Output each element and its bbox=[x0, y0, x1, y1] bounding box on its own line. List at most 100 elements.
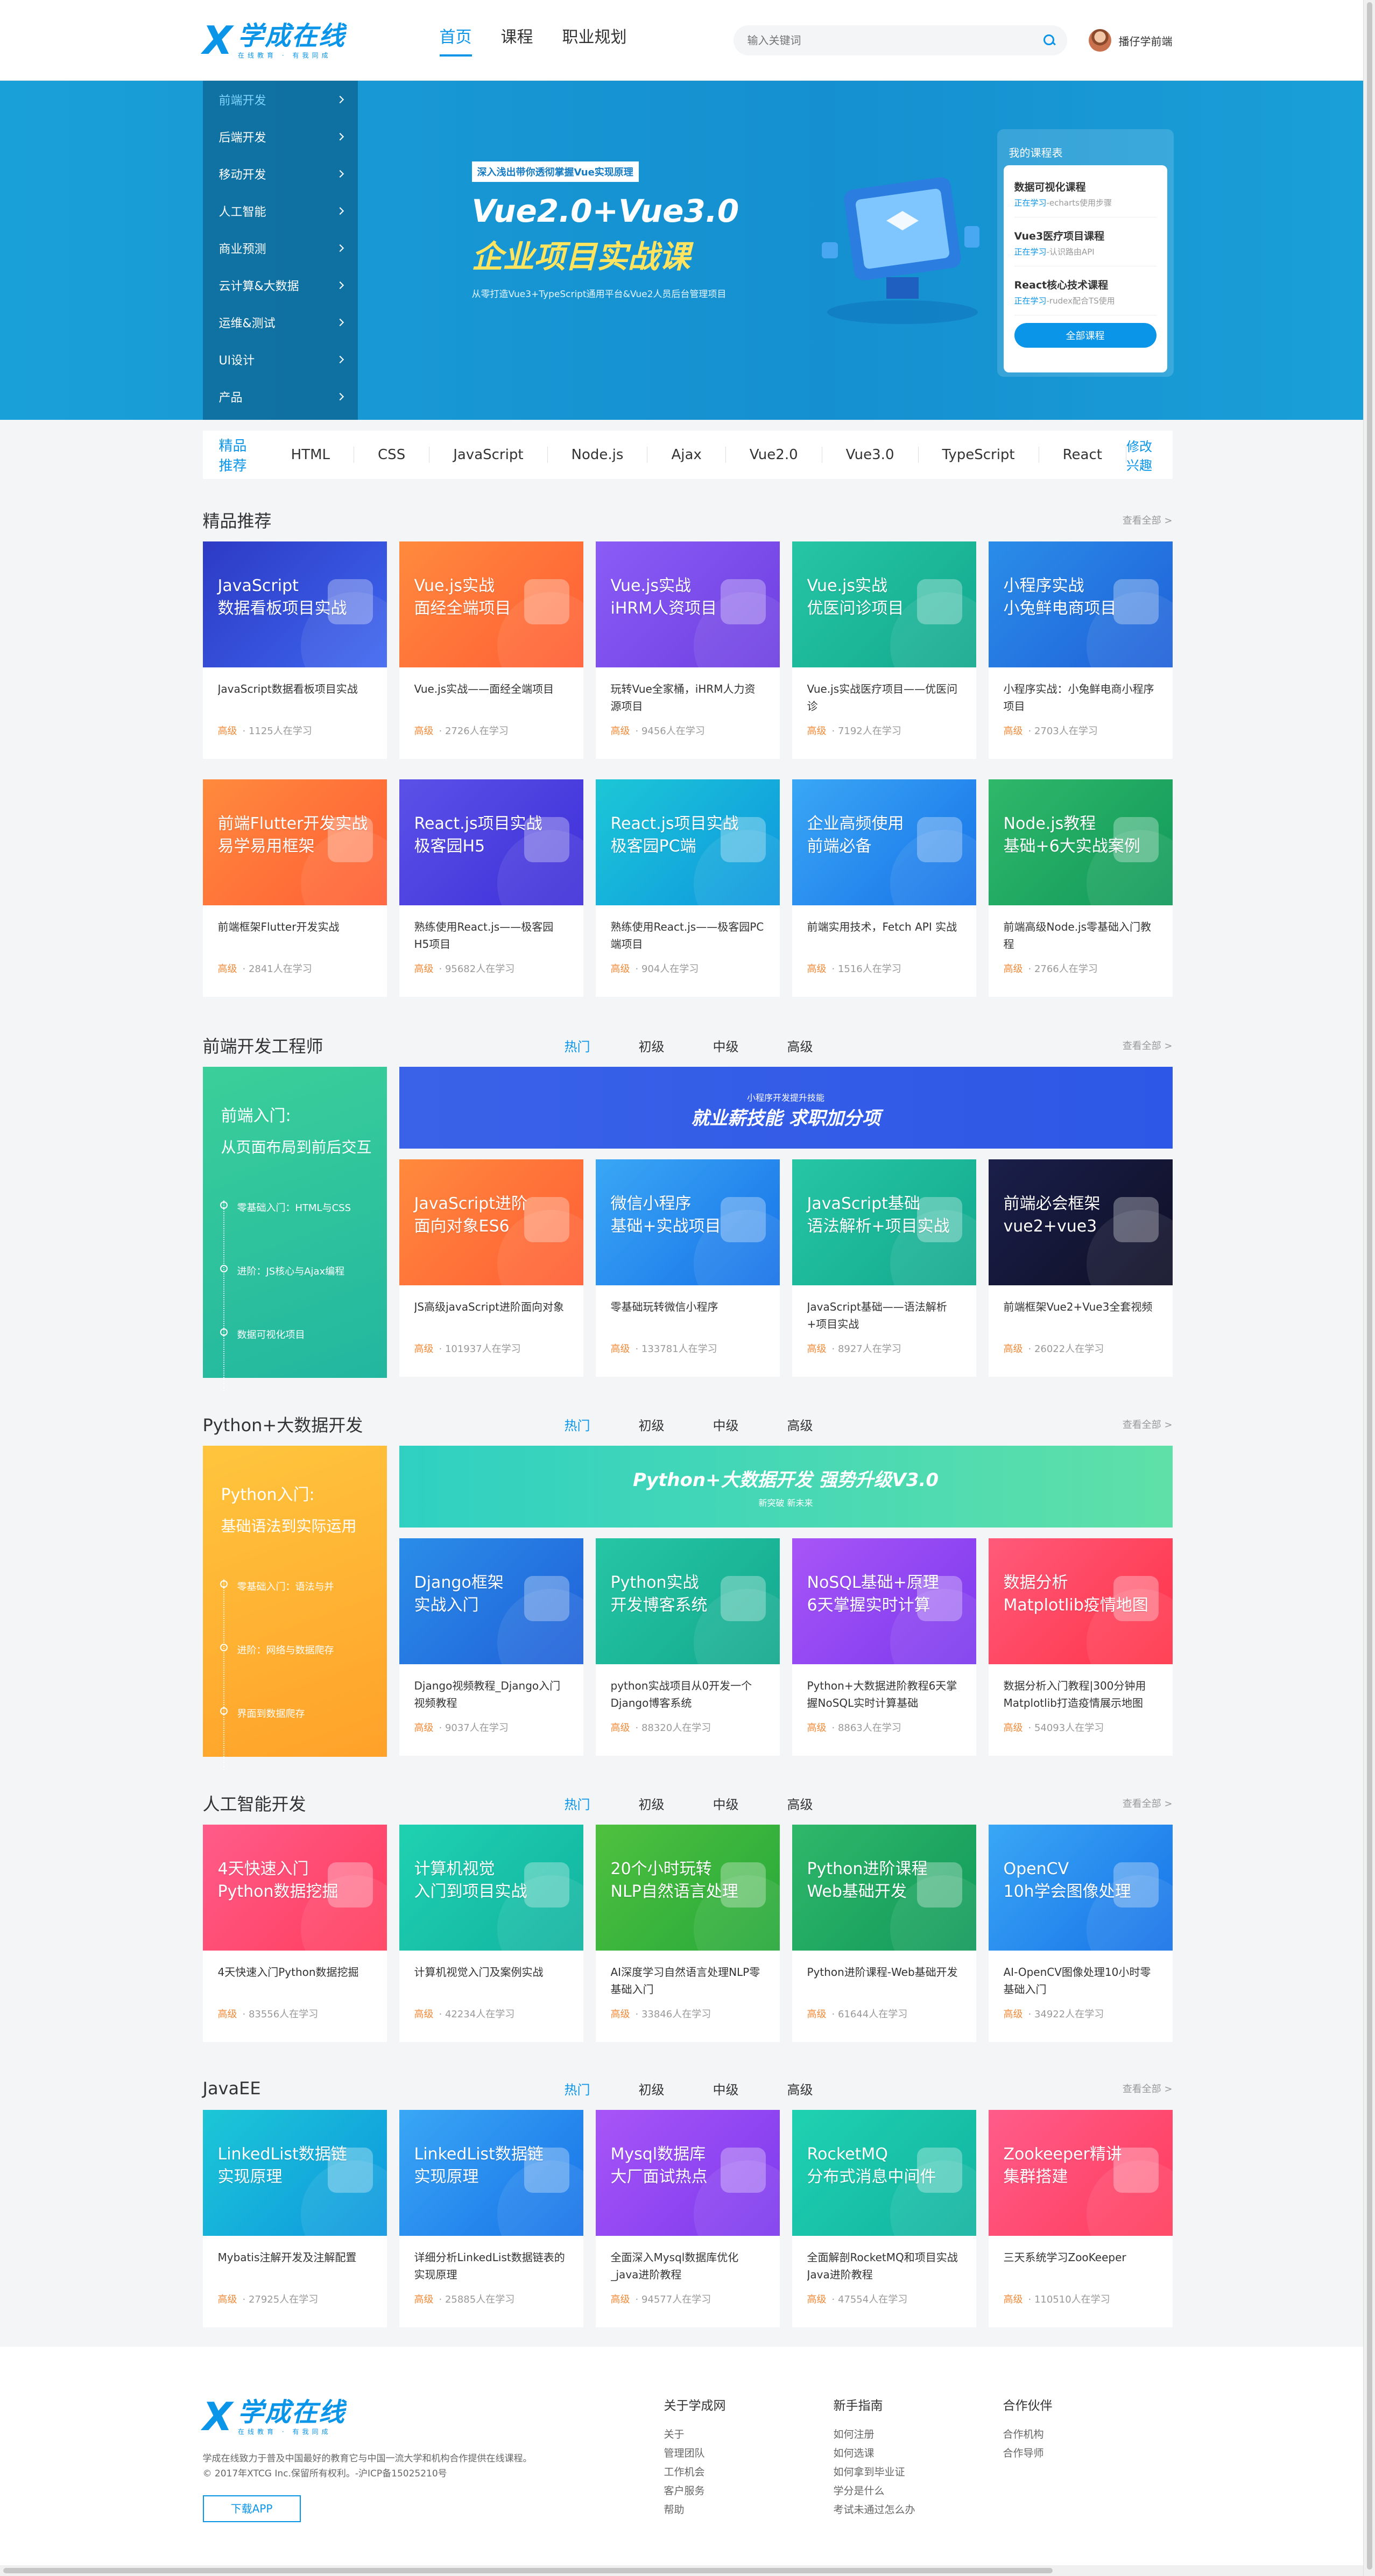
course-title[interactable]: 零基础玩转微信小程序 bbox=[611, 1298, 765, 1334]
course-cover[interactable]: Python进阶课程 Web基础开发 bbox=[792, 1825, 976, 1951]
course-cover[interactable]: Vue.js实战 面经全端项目 bbox=[399, 541, 583, 667]
course-cover[interactable]: 计算机视觉 入门到项目实战 bbox=[399, 1825, 583, 1951]
footer-link[interactable]: 工作机会 bbox=[664, 2463, 834, 2482]
footer-link[interactable]: 关于 bbox=[664, 2425, 834, 2444]
course-title[interactable]: AI深度学习自然语言处理NLP零基础入门 bbox=[611, 1963, 765, 1999]
course-card[interactable]: Vue.js实战 优医问诊项目 Vue.js实战医疗项目——优医问诊 高级 · 7192… bbox=[792, 541, 976, 759]
nav-courses[interactable]: 课程 bbox=[501, 24, 533, 57]
horizontal-scrollbar[interactable] bbox=[0, 2565, 1363, 2576]
course-card[interactable]: JavaScript 数据看板项目实战 JavaScript数据看板项目实战 高级 · … bbox=[202, 541, 387, 759]
course-cover[interactable]: LinkedList数据链 实现原理 bbox=[202, 2110, 387, 2236]
interest-tag[interactable]: JavaScript bbox=[429, 447, 548, 463]
course-title[interactable]: 前端框架Vue2+Vue3全套视频 bbox=[1004, 1298, 1158, 1334]
edit-interest-link[interactable]: 修改兴趣 bbox=[1126, 436, 1157, 474]
course-cover[interactable]: RocketMQ 分布式消息中间件 bbox=[792, 2110, 976, 2236]
more-link[interactable]: 查看全部 > bbox=[1123, 2081, 1173, 2095]
interest-tag[interactable]: TypeScript bbox=[919, 447, 1039, 463]
course-title[interactable]: 全面深入Mysql数据库优化_java进阶教程 bbox=[611, 2249, 765, 2284]
course-cover[interactable]: 微信小程序 基础+实战项目 bbox=[595, 1159, 780, 1285]
course-card[interactable]: React.js项目实战 极客园H5 熟练使用React.js——极客园H5项目 高级… bbox=[399, 779, 583, 997]
footer-link[interactable]: 合作导师 bbox=[1003, 2444, 1173, 2463]
level-tab[interactable]: 中级 bbox=[713, 1415, 787, 1434]
all-courses-button[interactable]: 全部课程 bbox=[1014, 323, 1157, 348]
category-item[interactable]: 商业预测 bbox=[203, 229, 358, 266]
course-title[interactable]: 计算机视觉入门及案例实战 bbox=[414, 1963, 568, 1999]
level-tab[interactable]: 高级 bbox=[787, 1036, 862, 1055]
course-card[interactable]: LinkedList数据链 实现原理 详细分析LinkedList数据链表的实现原理… bbox=[399, 2110, 583, 2327]
course-title[interactable]: AI-OpenCV图像处理10小时零基础入门 bbox=[1004, 1963, 1158, 1999]
course-cover[interactable]: React.js项目实战 极客园H5 bbox=[399, 779, 583, 905]
footer-link[interactable]: 客户服务 bbox=[664, 2482, 834, 2501]
course-title[interactable]: JavaScript基础——语法解析+项目实战 bbox=[807, 1298, 961, 1334]
course-title[interactable]: 详细分析LinkedList数据链表的实现原理 bbox=[414, 2249, 568, 2284]
category-item[interactable]: 后端开发 bbox=[203, 118, 358, 155]
course-card[interactable]: JavaScript进阶 面向对象ES6 JS高级javaScript进阶面向对象高… bbox=[399, 1159, 583, 1377]
scrollbar-thumb[interactable] bbox=[1367, 2, 1372, 2570]
course-card[interactable]: 微信小程序 基础+实战项目 零基础玩转微信小程序 高级 · 133781人在学习 bbox=[595, 1159, 780, 1377]
course-card[interactable]: NoSQL基础+原理 6天掌握实时计算 Python+大数据进阶教程6天掌握NoSQ… bbox=[792, 1538, 976, 1756]
course-card[interactable]: RocketMQ 分布式消息中间件 全面解剖RocketMQ和项目实战 Java进阶… bbox=[792, 2110, 976, 2327]
vertical-scrollbar[interactable] bbox=[1363, 0, 1375, 2576]
course-cover[interactable]: Zookeeper精讲 集群搭建 bbox=[988, 2110, 1173, 2236]
user-menu[interactable]: 播仔学前端 bbox=[1088, 29, 1173, 52]
promo-banner[interactable]: 小程序开发提升技能 就业薪技能 求职加分项 bbox=[399, 1067, 1173, 1149]
course-card[interactable]: 计算机视觉 入门到项目实战 计算机视觉入门及案例实战 高级 · 42234人在学习 bbox=[399, 1825, 583, 2042]
course-title[interactable]: Vue.js实战医疗项目——优医问诊 bbox=[807, 680, 961, 716]
footer-link[interactable]: 如何注册 bbox=[834, 2425, 1003, 2444]
course-cover[interactable]: 前端Flutter开发实战 易学易用框架 bbox=[202, 779, 387, 905]
category-item[interactable]: 产品 bbox=[203, 378, 358, 415]
path-step[interactable]: 进阶：网络与数据爬存 bbox=[220, 1643, 372, 1706]
course-cover[interactable]: React.js项目实战 极客园PC端 bbox=[595, 779, 780, 905]
search-icon[interactable] bbox=[1042, 33, 1056, 47]
footer-link[interactable]: 管理团队 bbox=[664, 2444, 834, 2463]
level-tab[interactable]: 热门 bbox=[565, 1794, 639, 1813]
course-cover[interactable]: Django框架 实战入门 bbox=[399, 1538, 583, 1664]
level-tab[interactable]: 热门 bbox=[565, 2079, 639, 2098]
course-card[interactable]: Zookeeper精讲 集群搭建 三天系统学习ZooKeeper 高级 · 110510… bbox=[988, 2110, 1173, 2327]
course-cover[interactable]: 前端必会框架 vue2+vue3 bbox=[988, 1159, 1173, 1285]
path-step[interactable]: 数据可视化项目 bbox=[220, 1327, 372, 1391]
course-cover[interactable]: Mysql数据库 大厂面试热点 bbox=[595, 2110, 780, 2236]
course-cover[interactable]: JavaScript基础 语法解析+项目实战 bbox=[792, 1159, 976, 1285]
footer-logo[interactable]: X 学成在线 在线教育 · 有我同成 bbox=[203, 2395, 386, 2438]
more-link[interactable]: 查看全部 > bbox=[1123, 1417, 1173, 1431]
nav-career[interactable]: 职业规划 bbox=[562, 24, 627, 57]
course-card[interactable]: 企业高频使用 前端必备 前端实用技术，Fetch API 实战 高级 · 1516人在学… bbox=[792, 779, 976, 997]
category-item[interactable]: UI设计 bbox=[203, 341, 358, 378]
learning-path-card[interactable]: Python入门: 基础语法到实际运用 零基础入门：语法与并 进阶：网络与数据爬存… bbox=[202, 1446, 387, 1770]
footer-link[interactable]: 学分是什么 bbox=[834, 2482, 1003, 2501]
level-tab[interactable]: 中级 bbox=[713, 2079, 787, 2098]
level-tab[interactable]: 初级 bbox=[639, 1036, 713, 1055]
interest-tag[interactable]: HTML bbox=[267, 447, 355, 463]
course-cover[interactable]: 小程序实战 小兔鲜电商项目 bbox=[988, 541, 1173, 667]
path-step[interactable]: 零基础入门：语法与并 bbox=[220, 1579, 372, 1643]
level-tab[interactable]: 高级 bbox=[787, 1794, 862, 1813]
course-title[interactable]: Python进阶课程-Web基础开发 bbox=[807, 1963, 961, 1999]
my-course-item[interactable]: Vue3医疗项目课程 正在学习-认识路由API bbox=[1014, 225, 1157, 266]
path-step[interactable]: 界面到数据爬存 bbox=[220, 1706, 372, 1770]
course-card[interactable]: Node.js教程 基础+6大实战案例 前端高级Node.js零基础入门教程 高级 · … bbox=[988, 779, 1173, 997]
course-cover[interactable]: OpenCV 10h学会图像处理 bbox=[988, 1825, 1173, 1951]
course-card[interactable]: 小程序实战 小兔鲜电商项目 小程序实战：小兔鲜电商小程序项目 高级 · 2703人在学习 bbox=[988, 541, 1173, 759]
course-title[interactable]: JS高级javaScript进阶面向对象 bbox=[414, 1298, 568, 1334]
footer-link[interactable]: 如何拿到毕业证 bbox=[834, 2463, 1003, 2482]
category-item[interactable]: 运维&测试 bbox=[203, 304, 358, 341]
category-item[interactable]: 云计算&大数据 bbox=[203, 266, 358, 304]
course-title[interactable]: Vue.js实战——面经全端项目 bbox=[414, 680, 568, 716]
course-title[interactable]: Python+大数据进阶教程6天掌握NoSQL实时计算基础 bbox=[807, 1677, 961, 1713]
path-step[interactable]: 零基础入门：HTML与CSS bbox=[220, 1200, 372, 1264]
course-cover[interactable]: Node.js教程 基础+6大实战案例 bbox=[988, 779, 1173, 905]
course-card[interactable]: Vue.js实战 面经全端项目 Vue.js实战——面经全端项目 高级 · 2726人在… bbox=[399, 541, 583, 759]
level-tab[interactable]: 初级 bbox=[639, 1794, 713, 1813]
course-card[interactable]: Vue.js实战 iHRM人资项目 玩转Vue全家桶，iHRM人力资源项目 高级 · 9… bbox=[595, 541, 780, 759]
course-cover[interactable]: Python实战 开发博客系统 bbox=[595, 1538, 780, 1664]
footer-link[interactable]: 合作机构 bbox=[1003, 2425, 1173, 2444]
course-card[interactable]: React.js项目实战 极客园PC端 熟练使用React.js——极客园PC端项目… bbox=[595, 779, 780, 997]
promo-banner[interactable]: Python+大数据开发 强势升级V3.0 新突破 新未来 bbox=[399, 1446, 1173, 1528]
course-title[interactable]: 玩转Vue全家桶，iHRM人力资源项目 bbox=[611, 680, 765, 716]
course-cover[interactable]: JavaScript进阶 面向对象ES6 bbox=[399, 1159, 583, 1285]
category-item[interactable]: 移动开发 bbox=[203, 155, 358, 192]
course-card[interactable]: 前端Flutter开发实战 易学易用框架 前端框架Flutter开发实战 高级 · 28… bbox=[202, 779, 387, 997]
category-item[interactable]: 人工智能 bbox=[203, 192, 358, 229]
category-item[interactable]: 前端开发 bbox=[203, 81, 358, 118]
